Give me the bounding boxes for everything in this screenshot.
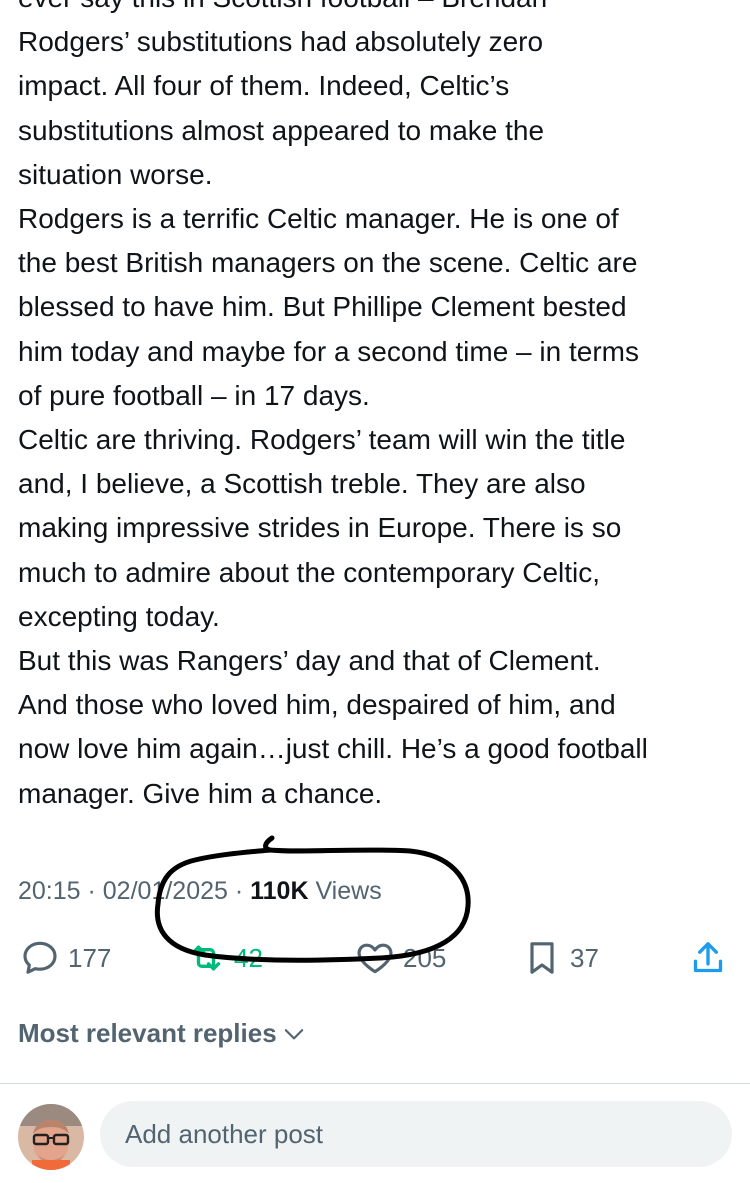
- post-text: ever say this in Scottish football – Bre…: [18, 0, 742, 816]
- post-metadata: 20:15 · 02/01/2025 · 110K Views: [18, 873, 382, 909]
- post-line: manager. Give him a chance.: [18, 777, 383, 809]
- replies-sort-label: Most relevant replies: [18, 1018, 277, 1048]
- views-label: Views: [308, 877, 382, 905]
- post-line: excepting today.: [18, 600, 220, 632]
- avatar-image: [18, 1104, 84, 1170]
- bookmark-icon: [530, 942, 554, 974]
- post-time[interactable]: 20:15: [18, 877, 81, 905]
- post-line: ever say this in Scottish football – Bre…: [18, 0, 742, 20]
- post-line: of pure football – in 17 days.: [18, 379, 370, 411]
- post-line: the best British managers on the scene. …: [18, 247, 638, 279]
- like-button[interactable]: 205: [355, 930, 446, 986]
- reply-count: 177: [68, 942, 112, 973]
- divider: [0, 1083, 750, 1084]
- repost-icon: [191, 945, 221, 971]
- reply-composer-input[interactable]: Add another post: [100, 1101, 732, 1167]
- post-line: Rodgers’ substitutions had absolutely ze…: [18, 26, 544, 58]
- like-count: 205: [403, 942, 447, 973]
- bookmark-button[interactable]: 37: [522, 930, 599, 986]
- post-line: And those who loved him, despaired of hi…: [18, 689, 616, 721]
- avatar[interactable]: [18, 1104, 84, 1170]
- post-date[interactable]: 02/01/2025: [103, 877, 228, 905]
- post-line: him today and maybe for a second time – …: [18, 335, 639, 367]
- bookmark-count: 37: [570, 942, 599, 973]
- post-line: situation worse.: [18, 158, 213, 190]
- share-icon: [693, 942, 723, 973]
- heart-icon: [357, 943, 393, 974]
- post-line: much to admire about the contemporary Ce…: [18, 556, 601, 588]
- post-line: Rodgers is a terrific Celtic manager. He…: [18, 203, 619, 235]
- reply-button[interactable]: 177: [20, 930, 111, 986]
- meta-separator: ·: [227, 877, 251, 905]
- share-button[interactable]: [688, 930, 728, 986]
- repost-count: 42: [234, 942, 263, 973]
- post-line: But this was Rangers’ day and that of Cl…: [18, 645, 601, 677]
- views-count[interactable]: 110K: [250, 877, 308, 905]
- post-line: now love him again…just chill. He’s a go…: [18, 733, 648, 765]
- post-line: substitutions almost appeared to make th…: [18, 114, 545, 146]
- post-line: Celtic are thriving. Rodgers’ team will …: [18, 424, 626, 456]
- post-line: blessed to have him. But Phillipe Clemen…: [18, 291, 627, 323]
- post-line: and, I believe, a Scottish treble. They …: [18, 468, 586, 500]
- replies-sort-toggle[interactable]: Most relevant replies: [18, 1018, 307, 1049]
- post-line: making impressive strides in Europe. The…: [18, 512, 622, 544]
- repost-button[interactable]: 42: [186, 930, 263, 986]
- chevron-down-icon: [284, 1028, 303, 1039]
- action-bar: 177 42 205 37: [0, 930, 750, 986]
- meta-separator: ·: [80, 877, 103, 905]
- reply-icon: [23, 941, 57, 974]
- post-line: impact. All four of them. Indeed, Celtic…: [18, 70, 510, 102]
